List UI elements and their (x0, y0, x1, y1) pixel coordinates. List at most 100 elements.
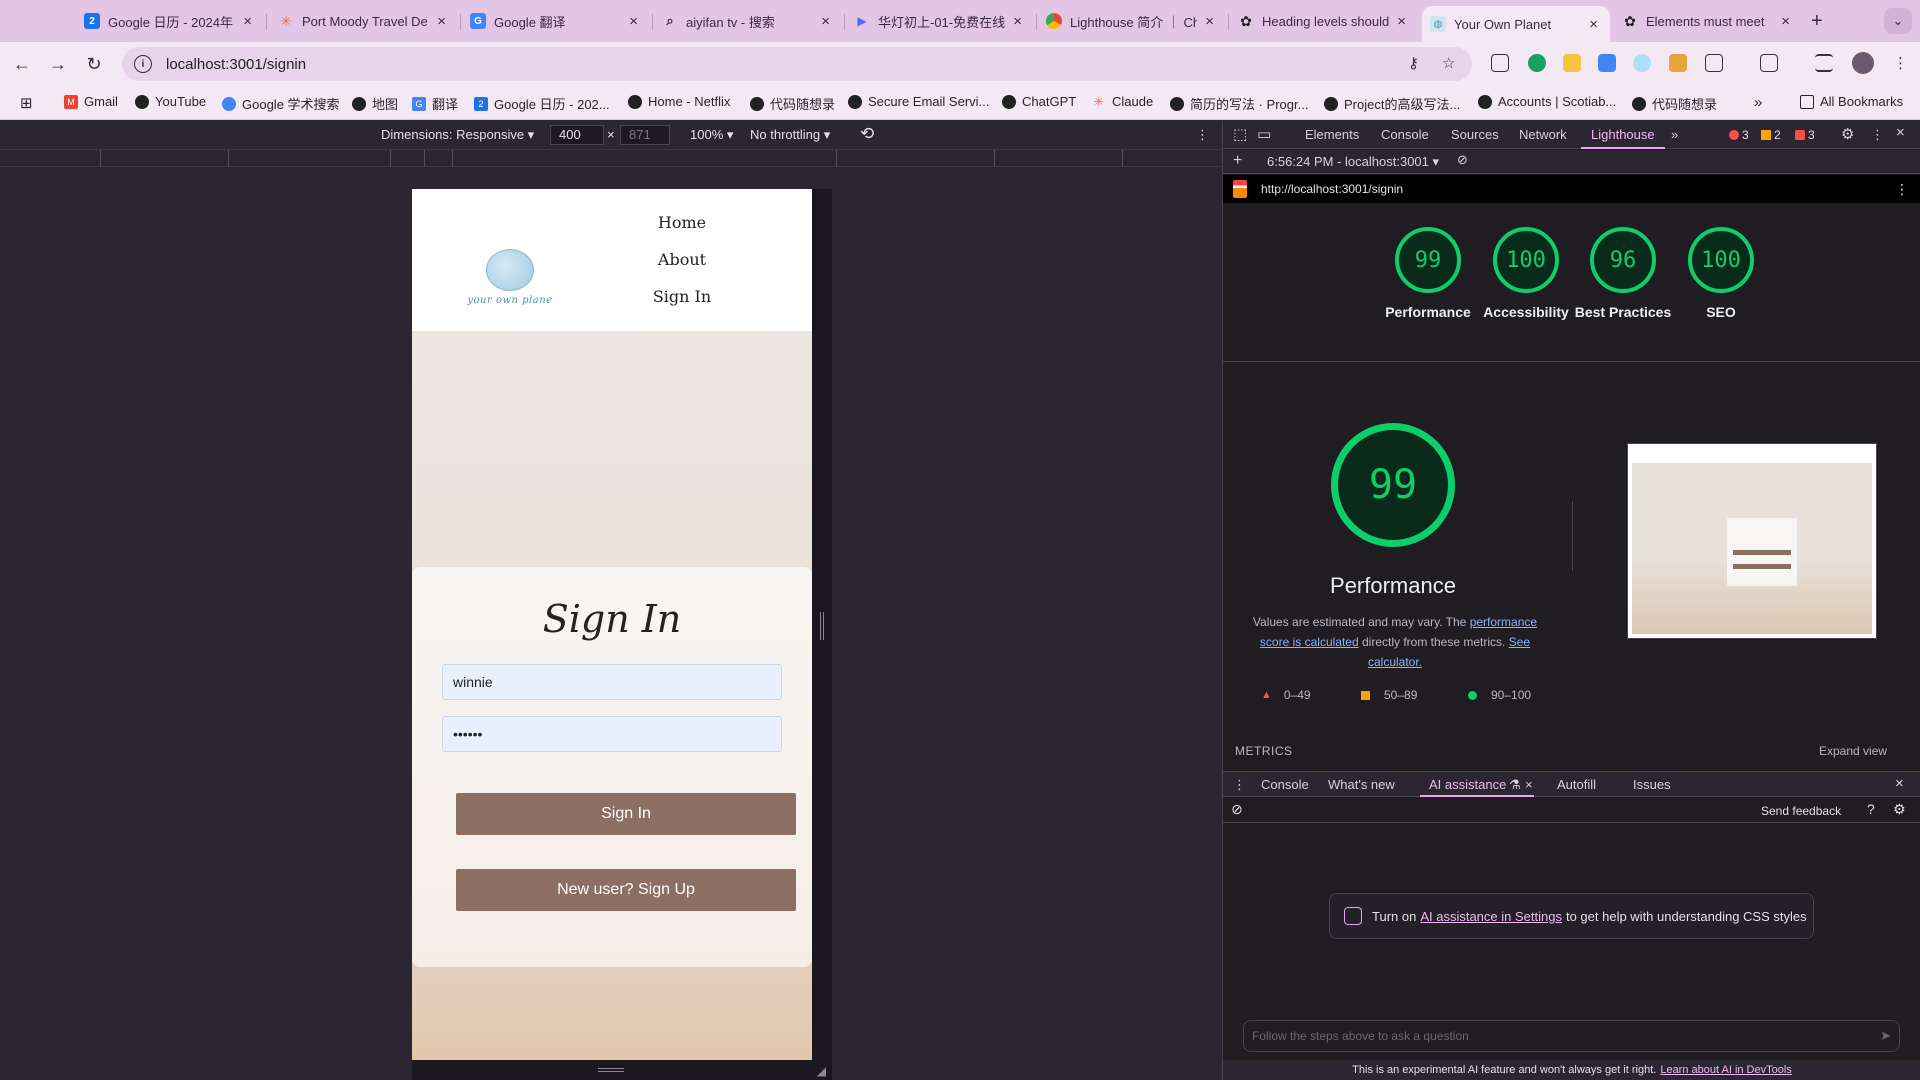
learn-about-ai-link[interactable]: Learn about AI in DevTools (1660, 1064, 1791, 1076)
drawer-tab-autofill[interactable]: Autofill (1557, 777, 1596, 792)
bookmark-code[interactable]: 代码随想录 (750, 94, 835, 113)
rotate-icon[interactable]: ⟲ (860, 124, 874, 144)
forward-arrow-icon[interactable]: → (46, 52, 70, 76)
close-icon[interactable]: × (821, 13, 830, 30)
more-bookmarks-chevron-icon[interactable]: » (1754, 94, 1762, 111)
drawer-tab-whats-new[interactable]: What's new (1328, 777, 1395, 792)
corner-resize-icon[interactable]: ◢ (817, 1064, 826, 1078)
clear-reports-icon[interactable]: ⊘ (1457, 152, 1468, 168)
bookmark-calendar[interactable]: 2 Google 日历 - 202... (474, 94, 610, 113)
back-arrow-icon[interactable]: ← (10, 52, 34, 76)
extension-icon[interactable] (1633, 54, 1651, 72)
bookmark-project[interactable]: Project的高级写法... (1324, 94, 1460, 113)
device-toggle-icon[interactable]: ▭ (1257, 125, 1271, 143)
bookmark-translate[interactable]: G 翻译 (412, 94, 458, 113)
bookmark-maps[interactable]: 地图 (352, 94, 398, 113)
ask-question-input[interactable]: Follow the steps above to ask a question… (1243, 1020, 1900, 1052)
extension-icon[interactable] (1669, 54, 1687, 72)
username-input[interactable]: winnie (442, 664, 782, 700)
tab-google-translate[interactable]: G Google 翻译 × (462, 6, 650, 36)
honey-icon[interactable] (1563, 54, 1581, 72)
drawer-menu-icon[interactable]: ⋮ (1233, 777, 1246, 793)
close-icon[interactable]: × (1781, 13, 1790, 30)
best-practices-score-gauge[interactable]: 96 (1590, 227, 1656, 293)
more-tabs-chevron-icon[interactable]: » (1671, 127, 1678, 142)
close-icon[interactable]: × (1205, 13, 1214, 30)
inspect-element-icon[interactable]: ⬚ (1233, 125, 1247, 143)
tab-elements[interactable]: Elements (1305, 127, 1359, 142)
new-tab-button[interactable]: + (1811, 10, 1823, 33)
help-icon[interactable]: ? (1867, 801, 1875, 817)
sign-in-button[interactable]: Sign In (456, 793, 796, 835)
bookmark-claude[interactable]: ✳ Claude (1092, 94, 1154, 110)
performance-score-gauge[interactable]: 99 (1395, 227, 1461, 293)
report-selector[interactable]: 6:56:24 PM - localhost:3001 ▾ (1267, 154, 1439, 170)
issue-count-badge[interactable]: 3 (1795, 128, 1815, 142)
dimensions-dropdown[interactable]: Dimensions: Responsive ▾ (381, 127, 534, 143)
close-icon[interactable]: × (629, 13, 638, 30)
tab-elements-must-meet[interactable]: ✿ Elements must meet × (1614, 6, 1802, 36)
report-menu-icon[interactable]: ⋮ (1895, 181, 1909, 198)
all-bookmarks-folder[interactable]: All Bookmarks (1800, 94, 1903, 109)
final-screenshot-thumbnail[interactable] (1627, 443, 1877, 639)
nav-home-link[interactable]: Home (622, 213, 742, 232)
device-menu-icon[interactable]: ⋮ (1196, 127, 1209, 143)
bookmark-scholar[interactable]: Google 学术搜索 (222, 94, 340, 113)
height-resize-handle[interactable] (598, 1068, 624, 1072)
tab-heading-levels[interactable]: ✿ Heading levels should × (1230, 6, 1418, 36)
tab-video[interactable]: ▶ 华灯初上-01-免费在线 × (846, 6, 1034, 36)
viewport-height-input[interactable]: 871 (620, 125, 670, 145)
tab-google-calendar[interactable]: 2 Google 日历 - 2024年 × (76, 6, 264, 36)
tab-lighthouse-intro[interactable]: Lighthouse 简介 ｜ Ch × (1038, 6, 1226, 36)
throttling-dropdown[interactable]: No throttling ▾ (750, 127, 830, 143)
bookmark-chatgpt[interactable]: ChatGPT (1002, 94, 1076, 109)
address-bar[interactable]: i localhost:3001/signin (122, 47, 1472, 81)
bookmark-secure-email[interactable]: Secure Email Servi... (848, 94, 989, 109)
grammarly-icon[interactable] (1528, 54, 1546, 72)
tab-sources[interactable]: Sources (1451, 127, 1499, 142)
bookmark-netflix[interactable]: Home - Netflix (628, 94, 730, 109)
tab-aiyifan-search[interactable]: ⌕ aiyifan tv - 搜索 × (654, 6, 842, 36)
seo-score-gauge[interactable]: 100 (1688, 227, 1754, 293)
nav-about-link[interactable]: About (622, 250, 742, 269)
reader-icon[interactable] (1491, 54, 1509, 72)
sign-up-button[interactable]: New user? Sign Up (456, 869, 796, 911)
site-info-icon[interactable]: i (134, 55, 152, 73)
close-drawer-icon[interactable]: × (1895, 775, 1904, 792)
tab-search-chevron-icon[interactable]: ⌄ (1884, 8, 1912, 34)
media-controls-icon[interactable] (1815, 54, 1833, 72)
viewport-resize-handle[interactable] (820, 612, 824, 640)
drawer-tab-console[interactable]: Console (1261, 777, 1309, 792)
puzzle-extensions-icon[interactable] (1705, 54, 1723, 72)
password-key-icon[interactable]: ⚷ (1408, 54, 1419, 72)
new-report-plus-icon[interactable]: + (1233, 152, 1242, 170)
expand-view-toggle[interactable]: Expand view (1819, 744, 1887, 758)
apps-grid-icon[interactable]: ⊞ (20, 94, 33, 112)
bookmark-resume[interactable]: 简历的写法 · Progr... (1170, 94, 1308, 113)
report-url[interactable]: http://localhost:3001/signin (1261, 182, 1403, 196)
accessibility-score-gauge[interactable]: 100 (1493, 227, 1559, 293)
settings-gear-icon[interactable]: ⚙ (1841, 125, 1854, 143)
settings-gear-icon[interactable]: ⚙ (1893, 801, 1906, 818)
devtools-menu-icon[interactable]: ⋮ (1871, 127, 1884, 143)
drawer-tab-ai-assistance[interactable]: AI assistance (1429, 777, 1506, 792)
reload-icon[interactable]: ↻ (82, 52, 106, 76)
error-count-badge[interactable]: 3 (1729, 128, 1749, 142)
kebab-menu-icon[interactable]: ⋮ (1893, 54, 1908, 72)
close-icon[interactable]: × (1013, 13, 1022, 30)
close-icon[interactable]: × (243, 13, 252, 30)
drawer-tab-issues[interactable]: Issues (1633, 777, 1671, 792)
close-devtools-icon[interactable]: × (1896, 124, 1905, 141)
bookmark-code-2[interactable]: 代码随想录 (1632, 94, 1717, 113)
bookmark-gmail[interactable]: M Gmail (64, 94, 118, 109)
tab-port-moody[interactable]: ✳ Port Moody Travel De × (270, 6, 458, 36)
site-logo[interactable]: your own plane (464, 249, 556, 311)
send-icon[interactable]: ➤ (1880, 1028, 1891, 1044)
viewport-width-input[interactable]: 400 (550, 125, 604, 145)
bookmark-star-icon[interactable]: ☆ (1442, 54, 1455, 72)
translate-extension-icon[interactable] (1598, 54, 1616, 72)
clear-chat-icon[interactable]: ⊘ (1231, 801, 1243, 818)
tab-lighthouse[interactable]: Lighthouse (1591, 127, 1655, 142)
close-icon[interactable]: × (437, 13, 446, 30)
tab-network[interactable]: Network (1519, 127, 1567, 142)
